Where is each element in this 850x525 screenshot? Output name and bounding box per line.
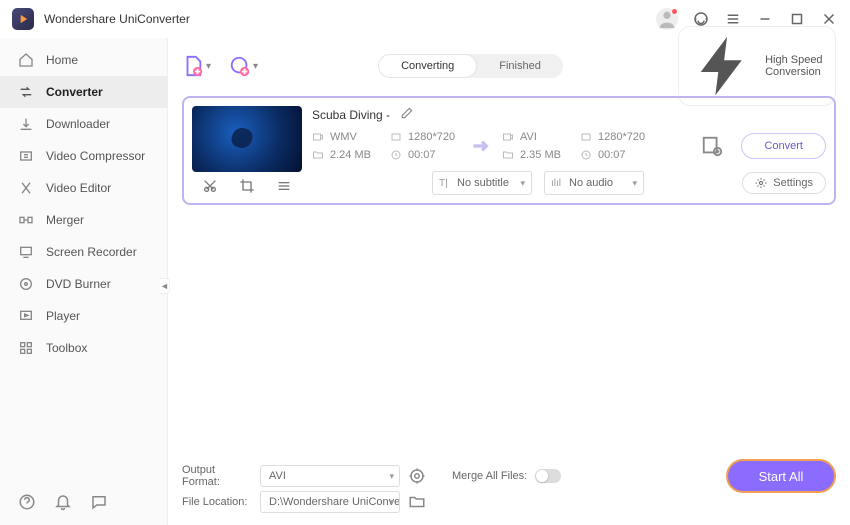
app-title: Wondershare UniConverter <box>44 12 656 26</box>
sidebar: Home Converter Downloader Video Compress… <box>0 38 168 525</box>
player-icon <box>18 308 34 324</box>
chevron-down-icon: ▾ <box>389 497 394 508</box>
clock-icon <box>390 149 402 161</box>
toolbox-icon <box>18 340 34 356</box>
feedback-icon[interactable] <box>90 493 108 511</box>
sidebar-item-label: Screen Recorder <box>46 245 137 259</box>
resolution-icon <box>390 131 402 143</box>
effects-icon[interactable] <box>276 178 292 194</box>
sidebar-item-compressor[interactable]: Video Compressor <box>0 140 167 172</box>
sidebar-item-label: Converter <box>46 85 103 99</box>
sidebar-item-label: Merger <box>46 213 84 227</box>
sidebar-item-toolbox[interactable]: Toolbox <box>0 332 167 364</box>
trim-icon[interactable] <box>202 178 218 194</box>
sidebar-item-label: Video Editor <box>46 181 111 195</box>
bell-icon[interactable] <box>54 493 72 511</box>
subtitle-select[interactable]: T| No subtitle ▾ <box>432 171 532 195</box>
sidebar-item-editor[interactable]: Video Editor <box>0 172 167 204</box>
app-logo <box>12 8 34 30</box>
audio-select[interactable]: ılıl No audio ▾ <box>544 171 644 195</box>
sidebar-item-home[interactable]: Home <box>0 44 167 76</box>
home-icon <box>18 52 34 68</box>
convert-button[interactable]: Convert <box>741 133 826 159</box>
folder-icon <box>312 149 324 161</box>
sidebar-item-label: Downloader <box>46 117 110 131</box>
sidebar-item-label: Player <box>46 309 80 323</box>
tab-converting[interactable]: Converting <box>378 54 477 78</box>
folder-icon <box>502 149 514 161</box>
sidebar-item-merger[interactable]: Merger <box>0 204 167 236</box>
download-icon <box>18 116 34 132</box>
high-speed-label: High Speed Conversion <box>765 54 825 78</box>
screenrec-icon <box>18 244 34 260</box>
chevron-down-icon: ▾ <box>520 178 525 189</box>
subtitle-icon: T| <box>439 178 448 189</box>
file-settings-button[interactable]: Settings <box>742 172 826 194</box>
output-config-icon[interactable] <box>701 135 723 157</box>
tab-finished[interactable]: Finished <box>477 54 563 78</box>
sidebar-item-label: DVD Burner <box>46 277 111 291</box>
clock-icon <box>580 149 592 161</box>
sidebar-item-label: Video Compressor <box>46 149 145 163</box>
chevron-down-icon: ▾ <box>632 178 637 189</box>
file-card: Scuba Diving - WMV 2.24 MB 1280*720 00:0… <box>182 96 836 205</box>
collapse-sidebar-button[interactable]: ◄ <box>160 278 170 294</box>
help-icon[interactable] <box>18 493 36 511</box>
sidebar-item-player[interactable]: Player <box>0 300 167 332</box>
open-folder-icon[interactable] <box>408 493 426 511</box>
video-icon <box>312 131 324 143</box>
toolbar: ▾ ▾ Converting Finished High Speed Conve… <box>182 46 836 86</box>
sidebar-item-dvd[interactable]: DVD Burner <box>0 268 167 300</box>
video-thumbnail[interactable] <box>192 106 302 172</box>
video-icon <box>502 131 514 143</box>
chevron-down-icon: ▾ <box>389 471 394 482</box>
merger-icon <box>18 212 34 228</box>
account-icon[interactable] <box>656 8 678 30</box>
high-speed-button[interactable]: High Speed Conversion <box>678 26 836 106</box>
file-location-select[interactable]: D:\Wondershare UniConverter ▾ <box>260 491 400 513</box>
add-url-button[interactable]: ▾ <box>229 55 258 77</box>
sidebar-item-label: Home <box>46 53 78 67</box>
sidebar-item-label: Toolbox <box>46 341 87 355</box>
audio-icon: ılıl <box>551 178 561 189</box>
crop-icon[interactable] <box>239 178 255 194</box>
editor-icon <box>18 180 34 196</box>
converter-icon <box>18 84 34 100</box>
arrow-icon <box>468 133 494 159</box>
add-file-button[interactable]: ▾ <box>182 55 211 77</box>
merge-toggle[interactable] <box>535 469 561 483</box>
target-icon[interactable] <box>408 467 426 485</box>
sidebar-item-downloader[interactable]: Downloader <box>0 108 167 140</box>
file-title: Scuba Diving - <box>312 108 390 122</box>
file-location-label: File Location: <box>182 496 252 508</box>
resolution-icon <box>580 131 592 143</box>
sidebar-item-converter[interactable]: Converter <box>0 76 167 108</box>
merge-label: Merge All Files: <box>452 470 527 482</box>
output-format-label: Output Format: <box>182 464 252 488</box>
start-all-button[interactable]: Start All <box>726 459 836 493</box>
dvd-icon <box>18 276 34 292</box>
sidebar-item-screenrec[interactable]: Screen Recorder <box>0 236 167 268</box>
edit-title-icon[interactable] <box>400 106 414 123</box>
compressor-icon <box>18 148 34 164</box>
output-format-select[interactable]: AVI ▾ <box>260 465 400 487</box>
